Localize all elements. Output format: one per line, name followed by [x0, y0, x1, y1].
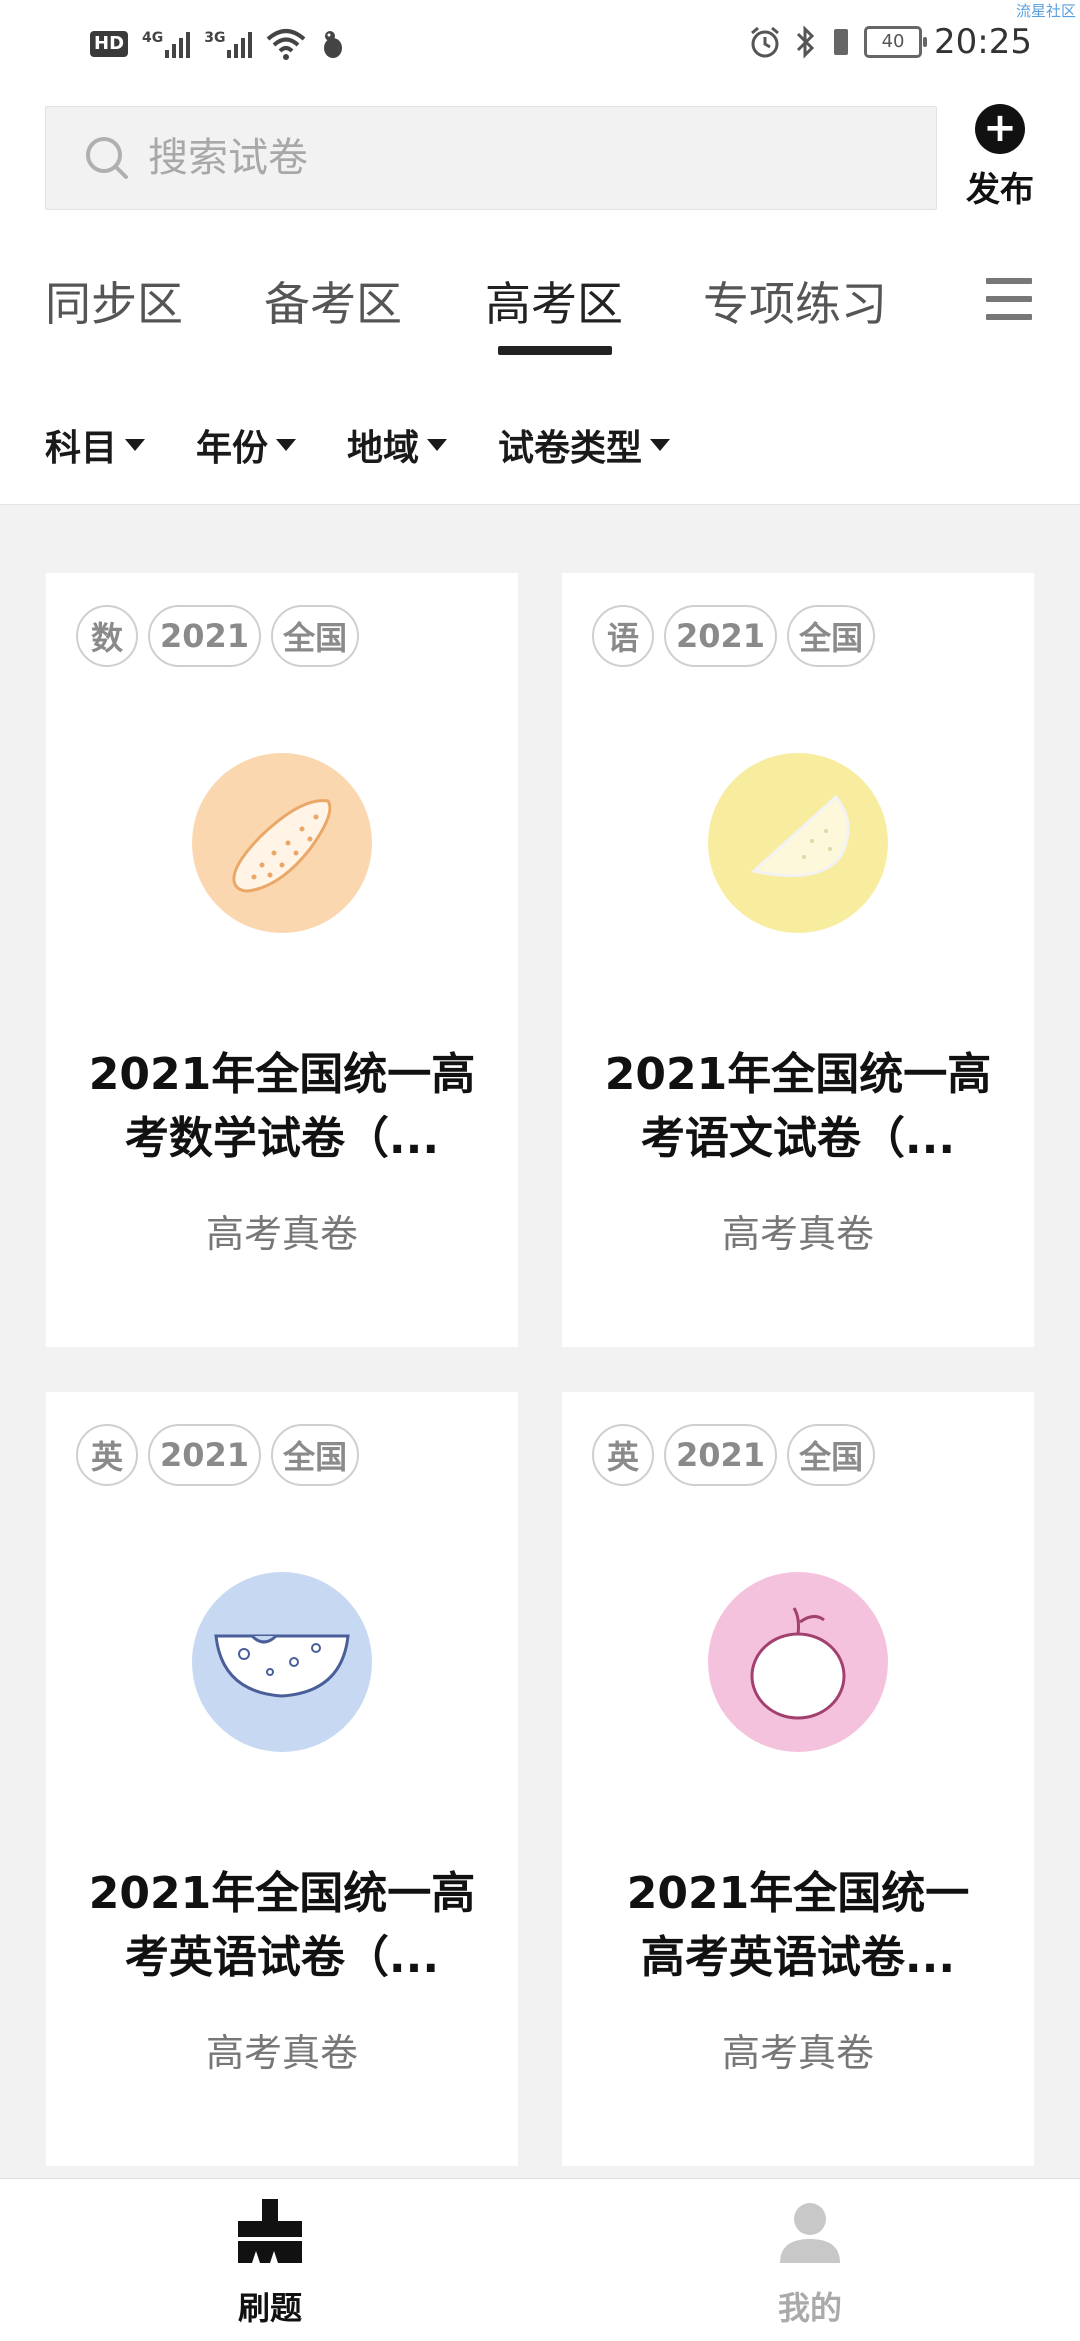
- tag-subject: 数: [76, 605, 138, 667]
- tag-region: 全国: [271, 605, 360, 667]
- tag-subject: 英: [592, 1424, 654, 1486]
- person-icon: [780, 2203, 840, 2263]
- tab-bar: 同步区 备考区 高考区 专项练习: [0, 256, 1080, 357]
- tab-sync[interactable]: 同步区: [45, 268, 183, 334]
- card-title: 2021年全国统一高 考语文试卷（...: [582, 1043, 1014, 1171]
- filter-year[interactable]: 年份: [196, 419, 297, 471]
- vibrate-icon: [834, 29, 849, 55]
- tag-region: 全国: [787, 605, 876, 667]
- signal-sim1-icon: 4G: [142, 30, 191, 58]
- card-title-line1: 2021年全国统一高: [88, 1868, 476, 1919]
- wifi-icon: [267, 29, 306, 60]
- card-tags: 英 2021 全国: [592, 1424, 876, 1486]
- nav-profile-label: 我的: [777, 2289, 842, 2327]
- filter-year-label: 年份: [196, 428, 269, 469]
- top-area: 流星社区 HD 4G 3G 40 20:25 搜索试卷 + 发布 同步区 备考区…: [0, 0, 1080, 357]
- caret-down-icon: [650, 439, 671, 451]
- nav-practice[interactable]: 刷题: [190, 2199, 350, 2329]
- search-bar[interactable]: [45, 106, 937, 210]
- filter-subject-label: 科目: [45, 428, 118, 469]
- card-title-line2: 考数学试卷（...: [124, 1113, 440, 1164]
- active-tab-indicator: [498, 346, 612, 355]
- card-subtitle: 高考真卷: [205, 1212, 358, 1256]
- filter-region[interactable]: 地域: [347, 419, 448, 471]
- card-title: 2021年全国统一 高考英语试卷...: [582, 1862, 1014, 1990]
- brush-icon: [238, 2199, 302, 2263]
- tag-region: 全国: [271, 1424, 360, 1486]
- plus-circle-icon: +: [975, 104, 1025, 154]
- card-subtitle: 高考真卷: [205, 2031, 358, 2075]
- menu-icon[interactable]: [986, 278, 1032, 322]
- clock: 20:25: [934, 22, 1032, 62]
- status-bar-left: HD 4G 3G: [90, 22, 346, 66]
- tag-subject: 语: [592, 605, 654, 667]
- paper-card[interactable]: 数 2021 全国 2021年全国统一高 考数学试卷（... 高考真卷: [46, 573, 518, 1347]
- filter-paper-type[interactable]: 试卷类型: [498, 419, 671, 471]
- card-title: 2021年全国统一高 考数学试卷（...: [66, 1043, 498, 1171]
- card-tags: 数 2021 全国: [76, 605, 360, 667]
- card-title-line2: 考语文试卷（...: [640, 1113, 956, 1164]
- caret-down-icon: [427, 439, 448, 451]
- tab-gaokao[interactable]: 高考区: [485, 268, 623, 334]
- card-title: 2021年全国统一高 考英语试卷（...: [66, 1862, 498, 1990]
- cheese-icon: [192, 1572, 372, 1752]
- card-title-line1: 2021年全国统一高: [604, 1049, 992, 1100]
- tag-subject: 英: [76, 1424, 138, 1486]
- card-tags: 英 2021 全国: [76, 1424, 360, 1486]
- caret-down-icon: [276, 439, 297, 451]
- publish-button[interactable]: + 发布: [960, 104, 1040, 211]
- tag-year: 2021: [664, 605, 778, 667]
- card-title-line1: 2021年全国统一: [626, 1868, 970, 1919]
- sim2-label: 3G: [204, 30, 226, 46]
- tag-year: 2021: [664, 1424, 778, 1486]
- bottom-nav: 刷题 我的: [0, 2178, 1080, 2341]
- filter-paper-type-label: 试卷类型: [498, 428, 643, 469]
- search-icon: [86, 137, 128, 179]
- tab-special-practice[interactable]: 专项练习: [703, 268, 887, 334]
- status-bar-right: 40 20:25: [748, 18, 1032, 66]
- notification-bird-icon: [324, 31, 343, 58]
- paper-card[interactable]: 英 2021 全国 2021年全国统一 高考英语试卷... 高考真卷: [562, 1392, 1034, 2166]
- bluetooth-icon: [796, 25, 815, 59]
- cucumber-icon: [192, 753, 372, 933]
- signal-sim2-icon: 3G: [204, 30, 253, 58]
- filter-bar: 科目 年份 地域 试卷类型: [0, 386, 1080, 504]
- paper-card[interactable]: 语 2021 全国 2021年全国统一高 考语文试卷（... 高考真卷: [562, 573, 1034, 1347]
- hd-badge: HD: [90, 31, 129, 57]
- tag-year: 2021: [148, 1424, 262, 1486]
- caret-down-icon: [125, 439, 146, 451]
- card-subtitle: 高考真卷: [721, 1212, 874, 1256]
- tag-region: 全国: [787, 1424, 876, 1486]
- paper-card[interactable]: 英 2021 全国 2021年全国统一高 考英语试卷（... 高考真卷: [46, 1392, 518, 2166]
- sim1-label: 4G: [142, 30, 164, 46]
- publish-label: 发布: [966, 170, 1034, 210]
- apple-icon: [708, 1572, 888, 1752]
- search-input[interactable]: [146, 134, 850, 182]
- battery-indicator: 40: [864, 26, 928, 58]
- tab-exam-prep[interactable]: 备考区: [264, 268, 402, 334]
- card-tags: 语 2021 全国: [592, 605, 876, 667]
- filter-region-label: 地域: [347, 428, 420, 469]
- filter-subject[interactable]: 科目: [45, 419, 146, 471]
- melon-slice-icon: [708, 753, 888, 933]
- card-title-line2: 考英语试卷（...: [124, 1932, 440, 1983]
- card-title-line1: 2021年全国统一高: [88, 1049, 476, 1100]
- nav-profile[interactable]: 我的: [730, 2199, 890, 2329]
- tag-year: 2021: [148, 605, 262, 667]
- card-title-line2: 高考英语试卷...: [640, 1932, 956, 1983]
- nav-practice-label: 刷题: [237, 2289, 302, 2327]
- card-subtitle: 高考真卷: [721, 2031, 874, 2075]
- alarm-icon: [751, 26, 779, 58]
